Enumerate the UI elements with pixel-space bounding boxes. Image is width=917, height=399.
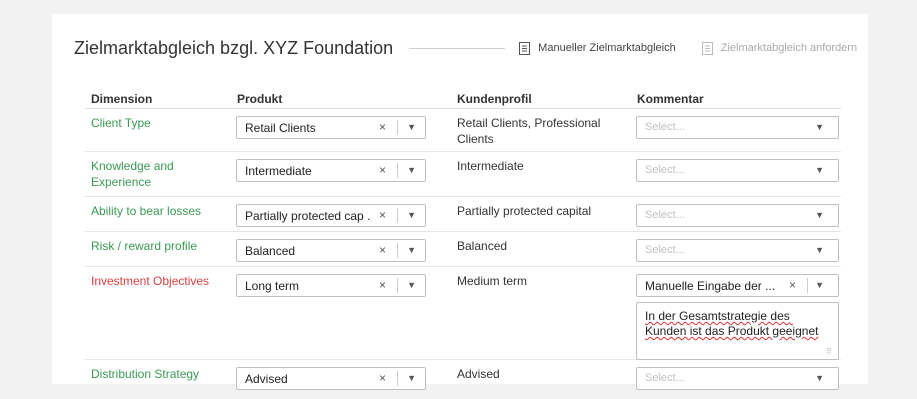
kundenprofil-value: Medium term — [457, 274, 528, 288]
clear-icon[interactable]: × — [379, 120, 386, 134]
kundenprofil-value: Intermediate — [457, 159, 524, 173]
chevron-down-icon[interactable]: ▼ — [815, 245, 824, 255]
kommentar-select[interactable]: Select... ▼ — [636, 159, 839, 182]
column-header-produkt: Produkt — [237, 92, 283, 106]
clear-icon[interactable]: × — [379, 163, 386, 177]
dimension-label: Distribution Strategy — [91, 367, 200, 381]
chevron-down-icon[interactable]: ▼ — [815, 122, 824, 132]
table-row: Client Type Retail Clients × ▼ Retail Cl… — [85, 109, 841, 152]
kommentar-select[interactable]: Manuelle Eingabe der ... × ▼ — [636, 274, 839, 297]
dimension-label: Risk / reward profile — [91, 239, 198, 253]
table-row: Knowledge and Experience Intermediate × … — [85, 152, 841, 197]
chevron-down-icon[interactable]: ▼ — [815, 373, 824, 383]
card-header: Zielmarktabgleich bzgl. XYZ Foundation M… — [74, 36, 857, 60]
chevron-down-icon[interactable]: ▼ — [407, 165, 416, 175]
chevron-down-icon[interactable]: ▼ — [407, 373, 416, 383]
dimension-label: Ability to bear losses — [91, 204, 202, 218]
kommentar-placeholder: Select... — [645, 121, 685, 133]
clear-icon[interactable]: × — [789, 278, 796, 292]
dimension-label: Investment Objectives — [91, 274, 210, 288]
kommentar-placeholder: Select... — [645, 209, 685, 221]
resize-handle-icon[interactable]: ⠿ — [826, 347, 832, 356]
select-separator — [397, 278, 398, 293]
chevron-down-icon[interactable]: ▼ — [407, 122, 416, 132]
kundenprofil-value: Advised — [457, 367, 500, 381]
produkt-select[interactable]: Intermediate × ▼ — [236, 159, 426, 182]
produkt-value: Advised — [245, 372, 288, 386]
chevron-down-icon[interactable]: ▼ — [407, 280, 416, 290]
kommentar-select[interactable]: Select... ▼ — [636, 116, 839, 139]
produkt-select[interactable]: Balanced × ▼ — [236, 239, 426, 262]
kommentar-placeholder: Select... — [645, 164, 685, 176]
kommentar-placeholder: Select... — [645, 372, 685, 384]
request-target-market-label: Zielmarktabgleich anfordern — [720, 42, 858, 54]
select-separator — [807, 278, 808, 293]
table-row: Distribution Strategy Advised × ▼ Advise… — [85, 360, 841, 390]
produkt-value: Long term — [245, 279, 300, 293]
column-header-kommentar: Kommentar — [637, 92, 704, 106]
column-header-kundenprofil: Kundenprofil — [457, 92, 532, 106]
produkt-value: Balanced — [245, 244, 296, 258]
select-separator — [397, 243, 398, 258]
kommentar-select[interactable]: Select... ▼ — [636, 204, 839, 227]
chevron-down-icon[interactable]: ▼ — [407, 210, 416, 220]
target-market-card: Zielmarktabgleich bzgl. XYZ Foundation M… — [52, 14, 868, 390]
select-separator — [397, 163, 398, 178]
select-separator — [397, 208, 398, 223]
column-header-dimension: Dimension — [91, 92, 153, 106]
dimension-label: Client Type — [91, 116, 151, 130]
chevron-down-icon[interactable]: ▼ — [815, 210, 824, 220]
kommentar-select[interactable]: Select... ▼ — [636, 239, 839, 262]
chevron-down-icon[interactable]: ▼ — [815, 165, 824, 175]
manual-target-market-button[interactable]: Manueller Zielmarktabgleich — [519, 41, 676, 55]
select-separator — [397, 371, 398, 386]
manual-target-market-label: Manueller Zielmarktabgleich — [538, 42, 676, 54]
kundenprofil-value: Retail Clients, Professional Clients — [457, 116, 601, 146]
kommentar-placeholder: Select... — [645, 244, 685, 256]
kundenprofil-value: Partially protected capital — [457, 204, 592, 218]
dimension-label: Knowledge and Experience — [91, 159, 174, 189]
clear-icon[interactable]: × — [379, 371, 386, 385]
produkt-value: Intermediate — [245, 164, 312, 178]
produkt-value: Retail Clients — [245, 121, 316, 135]
produkt-select[interactable]: Retail Clients × ▼ — [236, 116, 426, 139]
clear-icon[interactable]: × — [379, 278, 386, 292]
table-row: Ability to bear losses Partially protect… — [85, 197, 841, 232]
header-divider — [409, 47, 506, 49]
kommentar-textarea[interactable]: In der Gesamtstrategie des Kunden ist da… — [636, 302, 839, 360]
chevron-down-icon[interactable]: ▼ — [407, 245, 416, 255]
kommentar-select[interactable]: Select... ▼ — [636, 367, 839, 390]
select-separator — [397, 120, 398, 135]
request-target-market-button[interactable]: Zielmarktabgleich anfordern — [701, 41, 858, 55]
clear-icon[interactable]: × — [379, 208, 386, 222]
table-header: Dimension Produkt Kundenprofil Kommentar — [85, 90, 841, 109]
table-row: Risk / reward profile Balanced × ▼ Balan… — [85, 232, 841, 267]
chevron-down-icon[interactable]: ▼ — [815, 280, 824, 290]
produkt-value: Partially protected cap ... — [245, 209, 371, 223]
clear-icon[interactable]: × — [379, 243, 386, 257]
page-title: Zielmarktabgleich bzgl. XYZ Foundation — [74, 37, 394, 58]
produkt-select[interactable]: Long term × ▼ — [236, 274, 426, 297]
table-row: Investment Objectives Long term × ▼ Medi… — [85, 267, 841, 360]
document-icon — [519, 41, 531, 55]
produkt-select[interactable]: Partially protected cap ... × ▼ — [236, 204, 426, 227]
kommentar-value: Manuelle Eingabe der ... — [645, 279, 776, 293]
kundenprofil-value: Balanced — [457, 239, 508, 253]
produkt-select[interactable]: Advised × ▼ — [236, 367, 426, 390]
document-icon — [701, 41, 713, 55]
